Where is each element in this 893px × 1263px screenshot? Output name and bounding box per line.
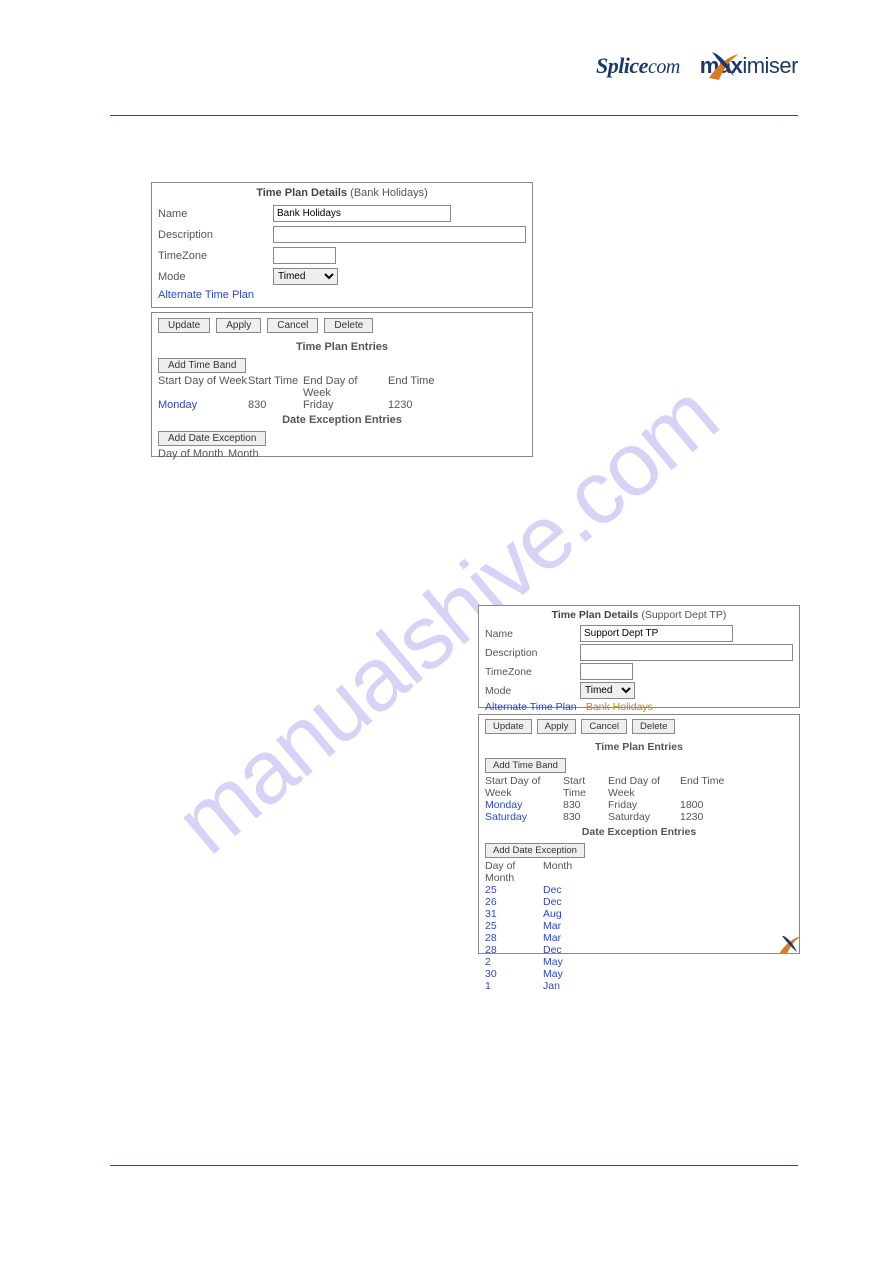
timeband-starttime: 830: [563, 799, 608, 811]
logo-com: com: [648, 56, 680, 78]
header-divider: [110, 115, 798, 116]
timeband-starttime: 830: [563, 811, 608, 823]
alternate-timeplan-link[interactable]: Alternate Time Plan: [485, 701, 577, 713]
dateex-month[interactable]: Mar: [543, 932, 583, 944]
alternate-timeplan-link[interactable]: Alternate Time Plan: [158, 289, 254, 301]
timeband-table: Start Day of Week Start Time End Day of …: [152, 375, 532, 411]
dateex-title: Date Exception Entries: [152, 411, 532, 429]
name-input[interactable]: [273, 205, 451, 222]
apply-button[interactable]: Apply: [216, 318, 261, 333]
logo-splice: Splice: [596, 53, 648, 78]
dateex-month[interactable]: Aug: [543, 908, 583, 920]
timeband-endday: Friday: [303, 399, 388, 411]
entries-title: Time Plan Entries: [152, 338, 532, 356]
dateex-month[interactable]: Jan: [543, 980, 583, 992]
panel2-title: Time Plan Details (Support Dept TP): [479, 606, 799, 624]
update-button[interactable]: Update: [158, 318, 210, 333]
entries-title: Time Plan Entries: [479, 738, 799, 756]
swoosh-icon: [704, 48, 744, 84]
dateex-day[interactable]: 28: [485, 944, 543, 956]
dateex-month[interactable]: May: [543, 956, 583, 968]
corner-swoosh-icon: [780, 936, 800, 954]
th-endtime: End Time: [680, 775, 730, 799]
alternate-timeplan-value[interactable]: Bank Holidays: [586, 701, 653, 713]
dateex-day[interactable]: 1: [485, 980, 543, 992]
label-name: Name: [485, 628, 580, 640]
th-starttime: Start Time: [563, 775, 608, 799]
dateex-month[interactable]: Dec: [543, 884, 583, 896]
dateex-title: Date Exception Entries: [479, 823, 799, 841]
add-dateex-button[interactable]: Add Date Exception: [485, 843, 585, 858]
th-startday: Start Day of Week: [158, 375, 248, 399]
timeplan-details-panel-2: Time Plan Details (Support Dept TP) Name…: [478, 605, 800, 708]
mode-select[interactable]: Timed: [580, 682, 635, 699]
label-tz: TimeZone: [485, 666, 580, 678]
timeband-endtime: 1800: [680, 799, 730, 811]
dateex-day[interactable]: 30: [485, 968, 543, 980]
timeplan-entries-panel-1: Update Apply Cancel Delete Time Plan Ent…: [151, 312, 533, 457]
delete-button[interactable]: Delete: [324, 318, 373, 333]
timeband-startday[interactable]: Monday: [485, 799, 563, 811]
label-mode: Mode: [158, 271, 273, 283]
apply-button[interactable]: Apply: [537, 719, 577, 734]
dateex-month[interactable]: Dec: [543, 944, 583, 956]
delete-button[interactable]: Delete: [632, 719, 675, 734]
name-input[interactable]: [580, 625, 733, 642]
timezone-input[interactable]: [580, 663, 633, 680]
add-timeband-button[interactable]: Add Time Band: [158, 358, 246, 373]
timeband-endtime: 1230: [680, 811, 730, 823]
dateex-day[interactable]: 25: [485, 920, 543, 932]
timeband-startday[interactable]: Saturday: [485, 811, 563, 823]
label-name: Name: [158, 208, 273, 220]
timeband-startday[interactable]: Monday: [158, 399, 248, 411]
update-button[interactable]: Update: [485, 719, 532, 734]
timeband-endday: Friday: [608, 799, 680, 811]
th-month: Month: [543, 860, 583, 884]
description-input[interactable]: [580, 644, 793, 661]
dateex-month[interactable]: May: [543, 968, 583, 980]
th-endtime: End Time: [388, 375, 448, 399]
dateex-table: Day of Month Month: [152, 448, 532, 460]
cancel-button[interactable]: Cancel: [267, 318, 318, 333]
th-dayofmonth: Day of Month: [485, 860, 543, 884]
label-mode: Mode: [485, 685, 580, 697]
th-starttime: Start Time: [248, 375, 303, 399]
timeplan-details-panel-1: Time Plan Details (Bank Holidays) Name D…: [151, 182, 533, 308]
add-timeband-button[interactable]: Add Time Band: [485, 758, 566, 773]
th-dayofmonth: Day of Month: [158, 448, 228, 460]
panel1-title: Time Plan Details (Bank Holidays): [152, 183, 532, 203]
dateex-day[interactable]: 28: [485, 932, 543, 944]
dateex-day[interactable]: 31: [485, 908, 543, 920]
dateex-table: Day of Month Month 25Dec 26Dec 31Aug 25M…: [479, 860, 799, 992]
dateex-month[interactable]: Dec: [543, 896, 583, 908]
th-endday: End Day of Week: [303, 375, 388, 399]
cancel-button[interactable]: Cancel: [581, 719, 627, 734]
dateex-day[interactable]: 2: [485, 956, 543, 968]
label-desc: Description: [158, 229, 273, 241]
timezone-input[interactable]: [273, 247, 336, 264]
th-endday: End Day of Week: [608, 775, 680, 799]
add-dateex-button[interactable]: Add Date Exception: [158, 431, 266, 446]
mode-select[interactable]: Timed: [273, 268, 338, 285]
timeband-endday: Saturday: [608, 811, 680, 823]
timeband-table: Start Day of Week Start Time End Day of …: [479, 775, 799, 823]
th-month: Month: [228, 448, 278, 460]
label-tz: TimeZone: [158, 250, 273, 262]
logo-imiser: imiser: [742, 53, 798, 78]
timeband-starttime: 830: [248, 399, 303, 411]
dateex-month[interactable]: Mar: [543, 920, 583, 932]
description-input[interactable]: [273, 226, 526, 243]
timeplan-entries-panel-2: Update Apply Cancel Delete Time Plan Ent…: [478, 714, 800, 954]
logo: Splicecommaximiser: [596, 53, 798, 79]
dateex-day[interactable]: 25: [485, 884, 543, 896]
th-startday: Start Day of Week: [485, 775, 563, 799]
dateex-day[interactable]: 26: [485, 896, 543, 908]
timeband-endtime: 1230: [388, 399, 448, 411]
label-desc: Description: [485, 647, 580, 659]
footer-divider: [110, 1165, 798, 1166]
